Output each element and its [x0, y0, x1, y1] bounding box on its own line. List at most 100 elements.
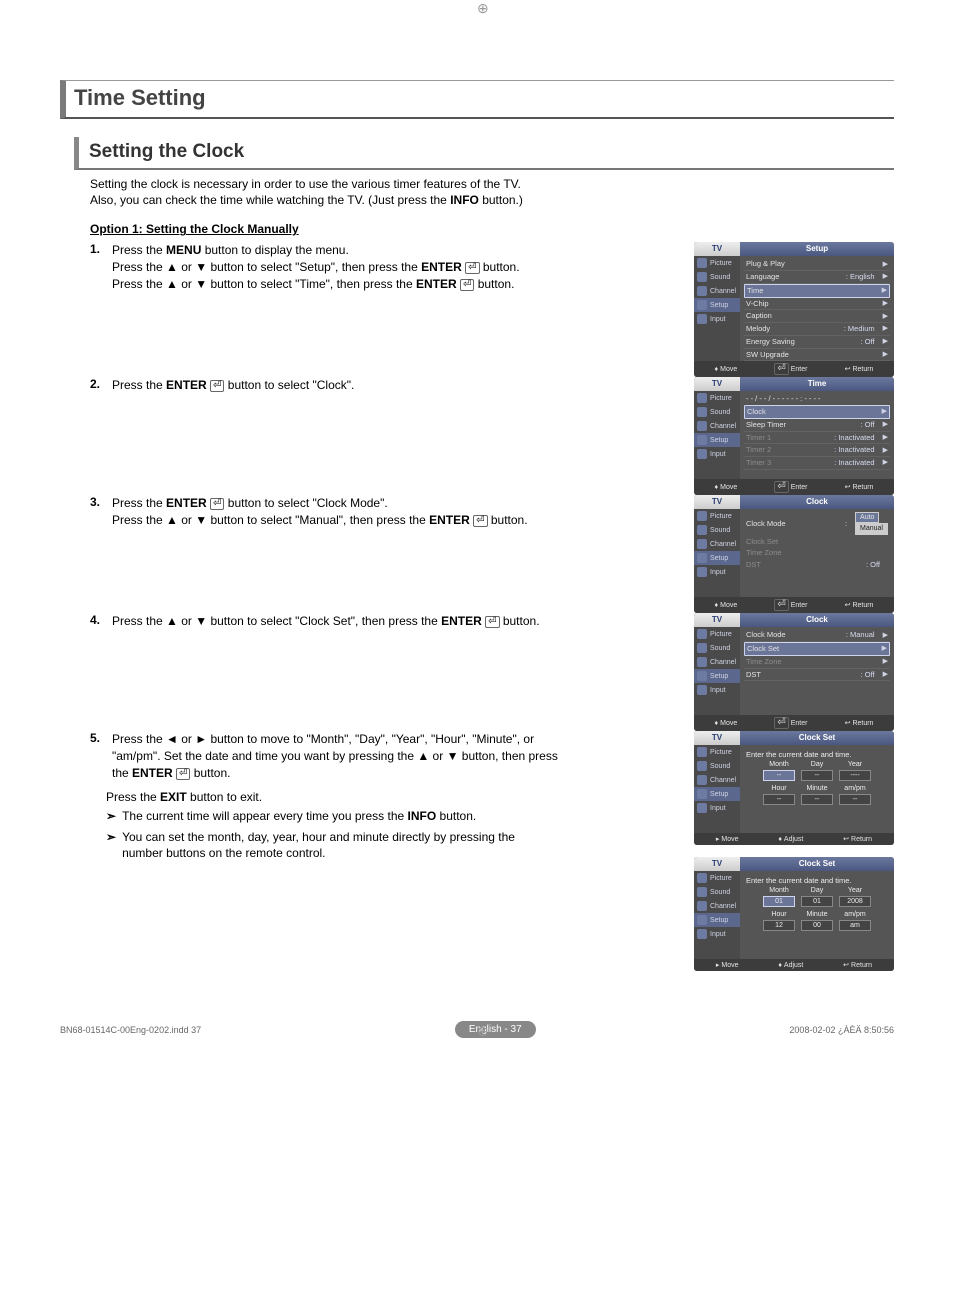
enter-icon: ⏎	[774, 363, 788, 375]
clockset-row-1: Month01 Day01 Year2008	[744, 887, 890, 907]
sound-icon	[697, 407, 707, 417]
osd-clock-panel: TV Clock Picture Sound Channel Setup Inp…	[694, 495, 894, 613]
dropdown-option: Auto	[855, 512, 879, 523]
channel-icon	[697, 775, 707, 785]
minute-field: 00	[801, 920, 833, 931]
updown-icon: ♦	[715, 366, 719, 373]
section-title: Setting the Clock	[74, 137, 894, 170]
osd-footer: ♦Move ⏎Enter ↩Return	[694, 715, 894, 731]
enter-icon: ⏎	[460, 279, 474, 291]
sound-icon	[697, 761, 707, 771]
sound-icon	[697, 272, 707, 282]
channel-icon	[697, 286, 707, 296]
osd-row: Melody: Medium▶	[744, 323, 890, 336]
step-number: 4.	[90, 613, 112, 627]
osd-row: Time Zone▶	[744, 656, 890, 669]
step-text: Press the MENU button to display the men…	[112, 242, 520, 292]
month-field: --	[763, 770, 795, 781]
osd-main: Clock Mode : Auto Manual Clock Set Time …	[740, 509, 894, 597]
setup-icon	[697, 435, 707, 445]
osd-main: Clock Mode: Manual▶Clock Set▶Time Zone▶D…	[740, 627, 894, 715]
step-number: 5.	[90, 731, 112, 745]
step-number: 3.	[90, 495, 112, 509]
setup-icon	[697, 915, 707, 925]
enter-icon: ⏎	[473, 515, 487, 527]
osd-row: Energy Saving: Off▶	[744, 336, 890, 349]
osd-tab-tv: TV	[694, 731, 740, 745]
osd-title: Clock	[740, 495, 894, 509]
osd-sidebar: Picture Sound Channel Setup Input	[694, 391, 740, 479]
note-2: ➣ You can set the month, day, year, hour…	[106, 829, 546, 863]
step-text: Press the ENTER ⏎ button to select "Cloc…	[112, 377, 354, 394]
osd-tab-tv: TV	[694, 377, 740, 391]
clockset-row-2: Hour12 Minute00 am/pmam	[744, 911, 890, 931]
input-icon	[697, 449, 707, 459]
osd-footer: ♦Move ⏎Enter ↩Return	[694, 597, 894, 613]
osd-row: Sleep Timer: Off▶	[744, 419, 890, 432]
input-icon	[697, 685, 707, 695]
osd-sidebar: Picture Sound Channel Setup Input	[694, 509, 740, 597]
osd-sidebar: Picture Sound Channel Setup Input	[694, 871, 740, 959]
osd-row: Plug & Play▶	[744, 258, 890, 271]
step-text: Press the ◄ or ► button to move to "Mont…	[112, 731, 560, 781]
page-title: Time Setting	[60, 80, 894, 119]
osd-title: Clock	[740, 613, 894, 627]
picture-icon	[697, 747, 707, 757]
osd-footer: ♦Move ⏎Enter ↩Return	[694, 361, 894, 377]
registration-mark-icon: ⊕	[477, 1023, 489, 1040]
osd-row: Time Zone	[744, 547, 890, 559]
osd-sidebar: Picture Sound Channel Setup Input	[694, 627, 740, 715]
note-bullet-icon: ➣	[106, 829, 116, 863]
clockset-row-2: Hour-- Minute-- am/pm--	[744, 785, 890, 805]
step-4: 4. Press the ▲ or ▼ button to select "Cl…	[90, 613, 674, 630]
osd-row: Timer 1: Inactivated▶	[744, 432, 890, 445]
osd-row: Clock Mode : Auto Manual	[744, 511, 890, 535]
osd-clockset-blank: TV Clock Set Picture Sound Channel Setup…	[694, 731, 894, 845]
picture-icon	[697, 511, 707, 521]
osd-footer: ♦Move ⏎Enter ↩Return	[694, 479, 894, 495]
osd-message: Enter the current date and time.	[744, 873, 890, 885]
step-5: 5. Press the ◄ or ► button to move to "M…	[90, 731, 674, 781]
channel-icon	[697, 657, 707, 667]
picture-icon	[697, 393, 707, 403]
year-field: 2008	[839, 896, 871, 907]
osd-time-panel: TV Time Picture Sound Channel Setup Inpu…	[694, 377, 894, 495]
osd-row: Timer 2: Inactivated▶	[744, 444, 890, 457]
enter-icon: ⏎	[485, 616, 499, 628]
setup-icon	[697, 789, 707, 799]
page: ⊕ Time Setting Setting the Clock Setting…	[0, 0, 954, 1068]
osd-row: Clock Set	[744, 536, 890, 548]
osd-main: Plug & Play▶Language: English▶Time▶V-Chi…	[740, 256, 894, 361]
enter-icon: ⏎	[774, 481, 788, 493]
step-text: Press the ENTER ⏎ button to select "Cloc…	[112, 495, 528, 529]
intro-text: Setting the clock is necessary in order …	[90, 176, 894, 208]
enter-icon: ⏎	[774, 599, 788, 611]
osd-row: DST: Off▶	[744, 669, 890, 682]
ampm-field: am	[839, 920, 871, 931]
osd-clockset-filled: TV Clock Set Picture Sound Channel Setup…	[694, 857, 894, 971]
sound-icon	[697, 643, 707, 653]
note-1: ➣ The current time will appear every tim…	[106, 808, 546, 825]
setup-icon	[697, 300, 707, 310]
osd-main: Enter the current date and time. Month01…	[740, 871, 894, 959]
osd-tab-tv: TV	[694, 857, 740, 871]
input-icon	[697, 929, 707, 939]
osd-main: - - / - - / - - - - - - : - - - - Clock▶…	[740, 391, 894, 479]
osd-row: Clock Set▶	[744, 642, 890, 656]
return-icon: ↩	[845, 365, 851, 373]
osd-title: Clock Set	[740, 857, 894, 871]
enter-icon: ⏎	[176, 768, 190, 780]
osd-title: Time	[740, 377, 894, 391]
note-bullet-icon: ➣	[106, 808, 116, 825]
osd-setup-panel: TV Setup Picture Sound Channel Setup Inp…	[694, 242, 894, 377]
step-1: 1. Press the MENU button to display the …	[90, 242, 674, 292]
input-icon	[697, 567, 707, 577]
enter-icon: ⏎	[774, 717, 788, 729]
option-heading: Option 1: Setting the Clock Manually	[90, 222, 894, 236]
osd-footer: ▸Move ♦Adjust ↩Return	[694, 833, 894, 845]
osd-row: Clock▶	[744, 405, 890, 419]
hour-field: --	[763, 794, 795, 805]
sound-icon	[697, 887, 707, 897]
osd-title: Setup	[740, 242, 894, 256]
step-number: 1.	[90, 242, 112, 256]
